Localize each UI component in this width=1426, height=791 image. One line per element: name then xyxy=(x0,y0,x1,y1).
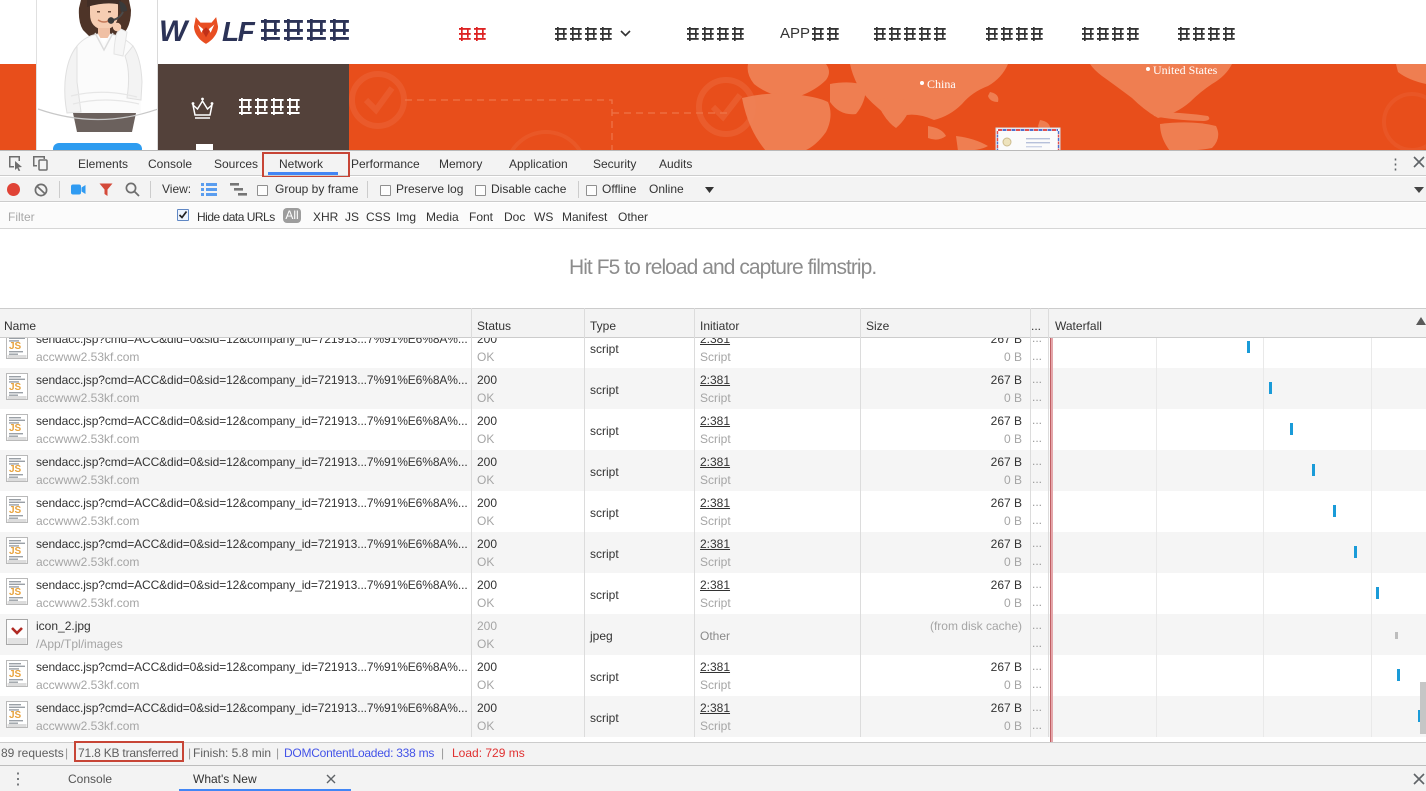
svg-text:JS: JS xyxy=(9,423,22,434)
svg-text:China: China xyxy=(927,77,956,91)
svg-text:JS: JS xyxy=(9,382,22,393)
svg-text:JS: JS xyxy=(9,341,22,352)
svg-text:United States: United States xyxy=(1153,64,1218,77)
svg-text:JS: JS xyxy=(9,669,22,680)
svg-text:JS: JS xyxy=(9,710,22,721)
svg-text:JS: JS xyxy=(9,505,22,516)
svg-text:JS: JS xyxy=(9,587,22,598)
svg-text:JS: JS xyxy=(9,546,22,557)
svg-text:JS: JS xyxy=(9,464,22,475)
